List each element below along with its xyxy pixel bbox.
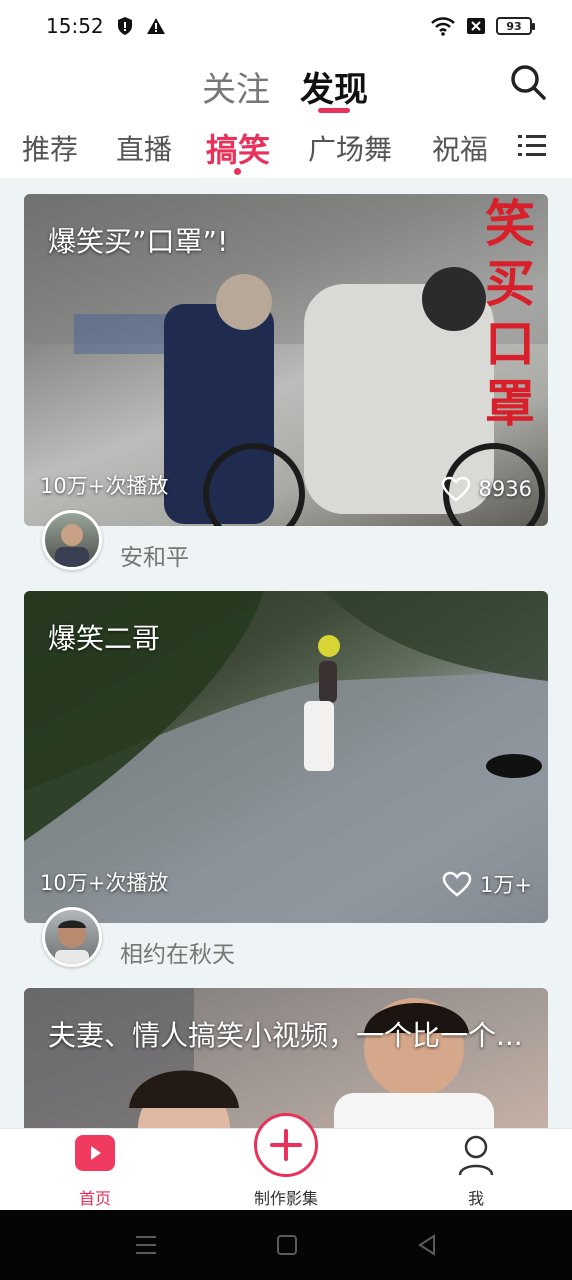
overlay-char: 笑: [485, 195, 535, 253]
avatar-image: [55, 524, 89, 567]
video-title: 爆笑买”口罩”!: [48, 225, 229, 258]
category-bar: 推荐 直播 搞笑 广场舞 祝福: [0, 120, 572, 178]
back-icon[interactable]: [416, 1234, 438, 1256]
nav-make-album[interactable]: 制作影集: [216, 1113, 356, 1211]
recents-icon[interactable]: [134, 1234, 158, 1256]
video-feed[interactable]: 笑 买 口 罩 爆笑买”口罩”! 10万+次播放 8936 安和平 爆笑二哥 1…: [0, 178, 572, 1128]
home-square-icon[interactable]: [276, 1234, 298, 1256]
plus-icon[interactable]: [254, 1113, 318, 1177]
avatar-image: [55, 920, 89, 964]
play-icon[interactable]: [75, 1135, 115, 1171]
category-tab-live[interactable]: 直播: [116, 128, 172, 168]
avatar[interactable]: [42, 510, 102, 570]
top-header: 关注 发现: [0, 52, 572, 120]
status-time: 15:52: [46, 14, 104, 38]
category-tab-square-dance[interactable]: 广场舞: [308, 128, 392, 168]
person-icon[interactable]: [458, 1133, 494, 1177]
tab-discover[interactable]: 发现: [300, 62, 368, 111]
video-title: 夫妻、情人搞笑小视频，一个比一个...: [48, 1019, 523, 1052]
category-tab-recommend[interactable]: 推荐: [22, 128, 78, 168]
author-row: 相约在秋天: [24, 907, 548, 987]
author-row: 安和平: [24, 510, 548, 590]
like-count: 1万+: [480, 873, 532, 897]
category-active-dot: [234, 168, 241, 175]
thumbnail-overlay-text: 笑 买 口 罩: [482, 194, 538, 434]
author-name[interactable]: 相约在秋天: [120, 935, 235, 969]
status-left: 15:52: [46, 14, 166, 38]
overlay-char: 罩: [485, 375, 535, 433]
author-name[interactable]: 安和平: [120, 538, 189, 572]
overlay-char: 口: [485, 315, 535, 373]
video-title: 爆笑二哥: [48, 622, 161, 655]
overlay-char: 买: [485, 255, 535, 313]
play-count: 10万+次播放: [40, 474, 169, 498]
play-count: 10万+次播放: [40, 871, 169, 895]
like-counter[interactable]: 1万+: [442, 869, 532, 899]
category-menu-icon[interactable]: [518, 132, 546, 160]
battery-level: 93: [506, 19, 522, 33]
video-thumbnail[interactable]: 爆笑二哥 10万+次播放 1万+: [24, 591, 548, 923]
nav-home-label: 首页: [78, 1189, 111, 1208]
warning-icon: [146, 18, 165, 34]
heart-icon[interactable]: [442, 871, 472, 897]
system-nav-bar: [0, 1210, 572, 1280]
search-icon[interactable]: [508, 62, 548, 102]
video-card[interactable]: 爆笑二哥 10万+次播放 1万+ 相约在秋天: [24, 591, 548, 987]
like-count: 8936: [478, 477, 532, 501]
tab-active-indicator: [318, 108, 350, 113]
video-card[interactable]: 夫妻、情人搞笑小视频，一个比一个...: [24, 988, 548, 1128]
wifi-icon: [431, 17, 455, 36]
tab-follow[interactable]: 关注: [202, 62, 270, 111]
category-tab-funny[interactable]: 搞笑: [206, 125, 270, 171]
nav-me[interactable]: 我: [406, 1129, 546, 1211]
avatar[interactable]: [42, 907, 102, 967]
like-counter[interactable]: 8936: [441, 476, 532, 502]
thumbnail-scene: [24, 988, 494, 1128]
video-thumbnail[interactable]: 夫妻、情人搞笑小视频，一个比一个...: [24, 988, 548, 1128]
nav-home[interactable]: 首页: [25, 1129, 165, 1211]
status-bar: 15:52 93: [0, 0, 572, 52]
category-tab-blessing[interactable]: 祝福: [432, 128, 488, 168]
battery-icon: 93: [496, 17, 535, 35]
category-fade: [482, 120, 512, 178]
status-right: 93: [430, 16, 535, 36]
nav-me-label: 我: [467, 1189, 484, 1208]
heart-icon[interactable]: [441, 476, 471, 502]
video-card[interactable]: 笑 买 口 罩 爆笑买”口罩”! 10万+次播放 8936 安和平: [24, 194, 548, 590]
video-thumbnail[interactable]: 笑 买 口 罩 爆笑买”口罩”! 10万+次播放 8936: [24, 194, 548, 526]
nav-make-album-label: 制作影集: [253, 1189, 318, 1208]
bottom-nav: 首页 制作影集 我: [0, 1113, 572, 1211]
sim-blocked-icon: [467, 18, 485, 34]
shield-icon: [117, 17, 132, 35]
